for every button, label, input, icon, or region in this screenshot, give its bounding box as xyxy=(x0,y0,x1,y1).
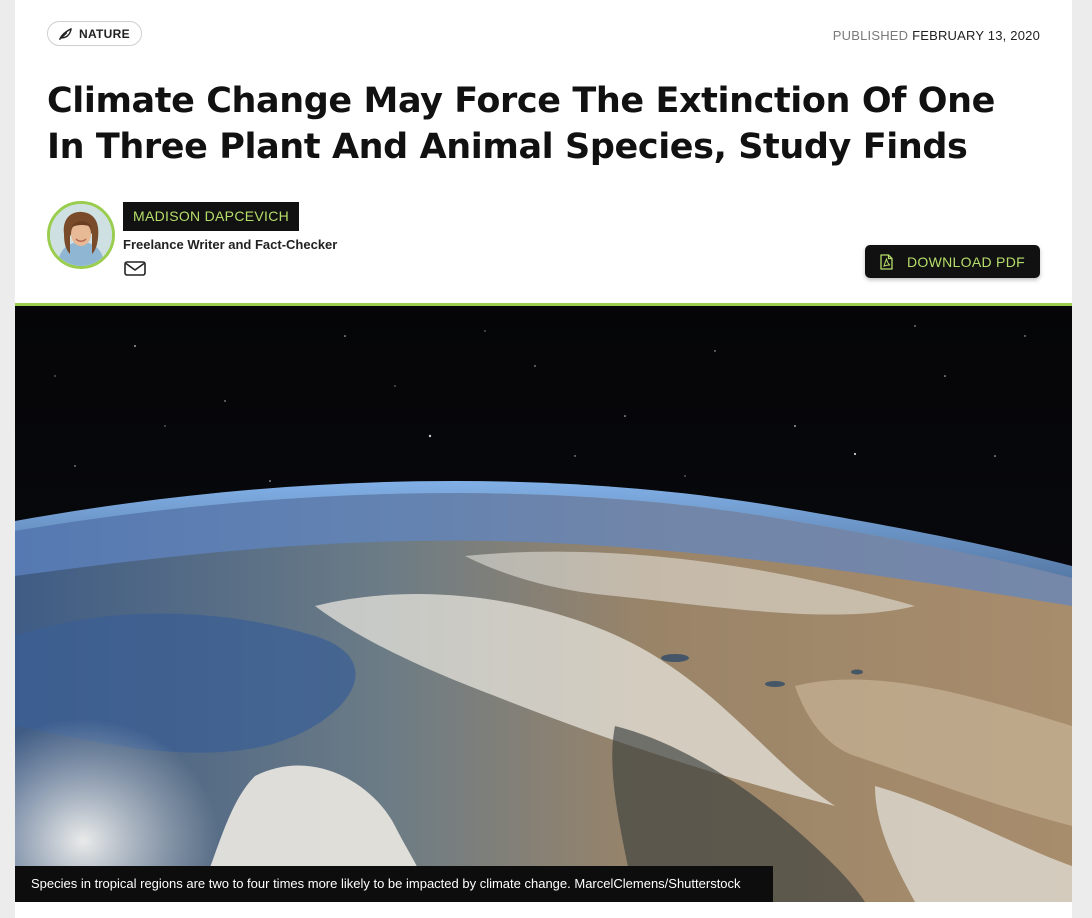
category-label: NATURE xyxy=(79,26,130,41)
envelope-icon[interactable] xyxy=(124,261,146,276)
leaf-icon xyxy=(59,28,72,40)
published-value: FEBRUARY 13, 2020 xyxy=(912,28,1040,43)
download-pdf-label: DOWNLOAD PDF xyxy=(907,253,1025,270)
hero-image: Species in tropical regions are two to f… xyxy=(15,306,1072,902)
published-date: PUBLISHED FEBRUARY 13, 2020 xyxy=(833,28,1040,43)
pdf-file-icon xyxy=(880,253,893,270)
author-avatar[interactable] xyxy=(47,201,115,269)
article-header: NATURE PUBLISHED FEBRUARY 13, 2020 Clima… xyxy=(15,0,1072,306)
image-caption: Species in tropical regions are two to f… xyxy=(15,866,773,902)
download-pdf-button[interactable]: DOWNLOAD PDF xyxy=(865,245,1040,278)
author-name[interactable]: MADISON DAPCEVICH xyxy=(123,202,300,231)
category-tag[interactable]: NATURE xyxy=(47,21,142,46)
published-label: PUBLISHED xyxy=(832,28,909,43)
article-page: NATURE PUBLISHED FEBRUARY 13, 2020 Clima… xyxy=(15,0,1072,918)
earth-from-space-photo xyxy=(15,306,1072,902)
author-role: Freelance Writer and Fact-Checker xyxy=(123,237,338,252)
avatar-portrait xyxy=(50,204,112,266)
article-title: Climate Change May Force The Extinction … xyxy=(47,81,996,167)
